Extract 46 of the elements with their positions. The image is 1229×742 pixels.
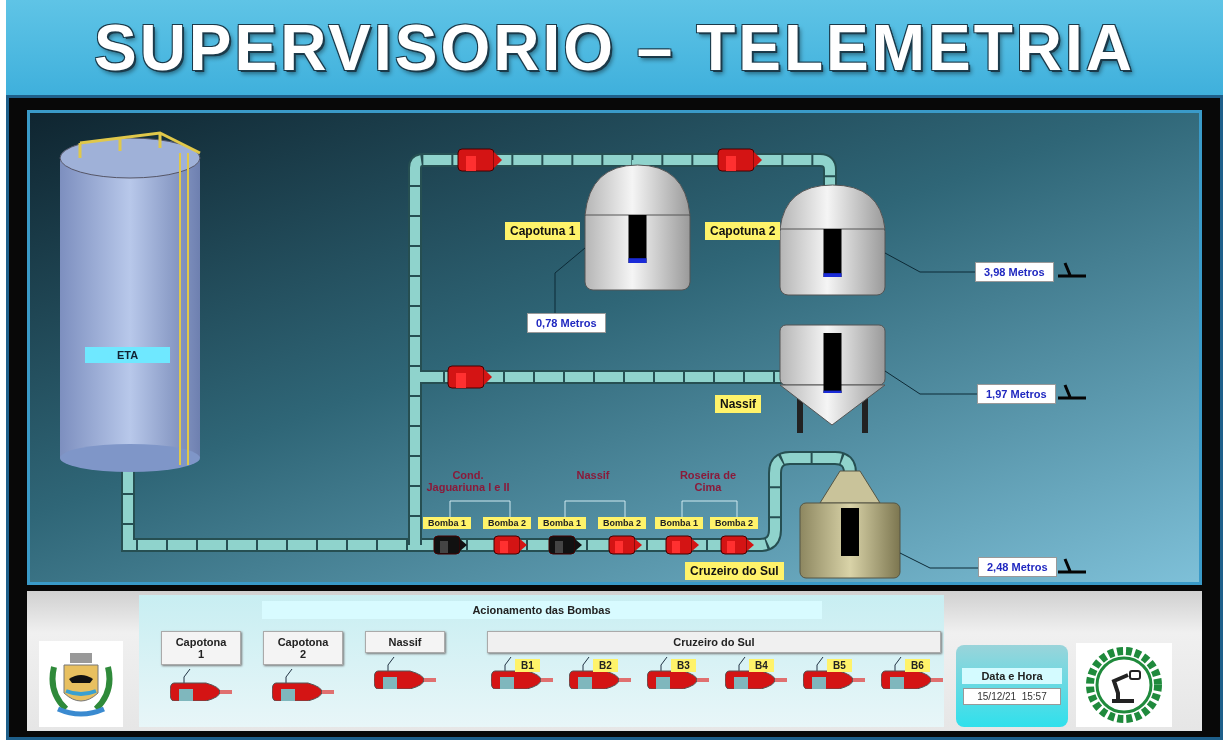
pump-icon[interactable] [881,657,943,689]
pump-label: Bomba 2 [483,517,531,529]
pump-label: Bomba 2 [598,517,646,529]
pump-group-title: Cond. Jaguariuna I e II [425,469,511,494]
tank-label: Cruzeiro do Sul [685,562,784,580]
group-header: Cruzeiro do Sul [487,631,941,653]
tank-label: Capotuna 2 [705,222,781,240]
leader-line [554,247,586,314]
pump-group-title: Nassif [575,469,611,482]
level-reading: 2,48 Metros [978,557,1057,577]
pump-icon[interactable] [647,657,709,689]
pump-tag: B4 [749,659,774,672]
bracket-line [564,500,626,519]
pump-label: Bomba 1 [423,517,471,529]
page-title: SUPERVISORIO – TELEMETRIA [93,10,1136,85]
bracket-line [449,500,511,519]
pump-icon[interactable] [569,657,631,689]
level-reading: 0,78 Metros [527,313,606,333]
pump-tag: B6 [905,659,930,672]
pump-select-button[interactable]: Capotona 1 [161,631,241,665]
pump-tag: B2 [593,659,618,672]
pump-icon[interactable] [272,669,334,701]
pump-tag: B5 [827,659,852,672]
pump-select-button[interactable]: Capotona 2 [263,631,343,665]
clock-title: Data e Hora [962,667,1062,684]
pump-icon[interactable] [374,657,436,689]
tank-label: ETA [85,347,170,363]
pump-label: Bomba 1 [538,517,586,529]
pump-icon[interactable] [491,657,553,689]
pump-icon[interactable] [725,657,787,689]
pump-group-title: Roseira de Cima [678,469,738,494]
level-reading: 1,97 Metros [977,384,1056,404]
level-gauge [841,508,859,556]
tank-label: Capotuna 1 [505,222,581,240]
pump-icon[interactable] [170,669,232,701]
pump-select-button[interactable]: Nassif [365,631,445,653]
bracket-line [681,500,738,519]
pump-tag: B1 [515,659,540,672]
tank-label: Nassif [715,395,762,413]
pump-label: Bomba 2 [710,517,758,529]
pump-tag: B3 [671,659,696,672]
pump-label: Bomba 1 [655,517,703,529]
level-reading: 3,98 Metros [975,262,1054,282]
panel-title: Acionamento das Bombas [261,601,822,619]
pump-icon[interactable] [803,657,865,689]
date-time-field: 15/12/21 15:57 [963,687,1061,705]
